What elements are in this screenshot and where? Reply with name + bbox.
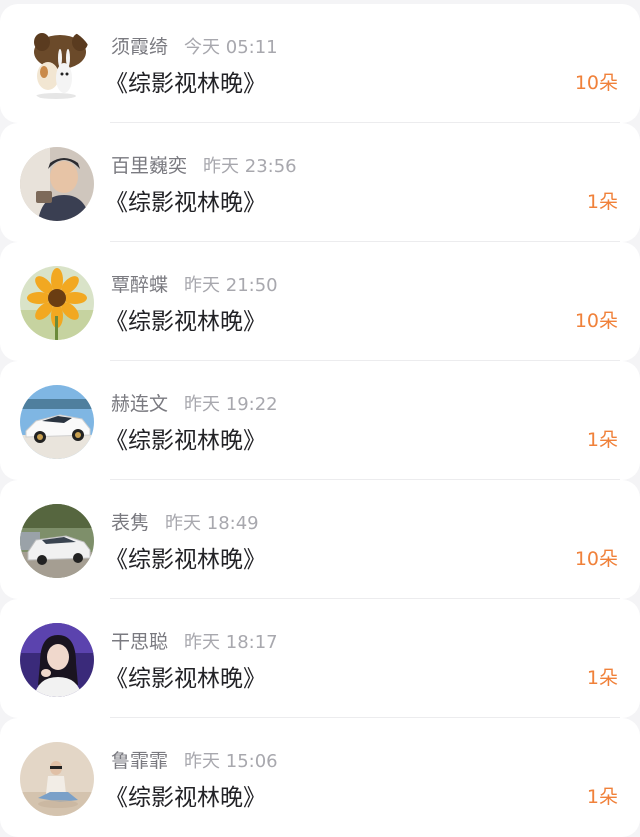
timestamp: 昨天 15:06	[184, 751, 278, 772]
sitting-figure-avatar[interactable]	[20, 742, 94, 816]
list-item[interactable]: 覃醉蝶 昨天 21:50 《综影视林晚》 10朵	[0, 242, 640, 361]
sender-name: 百里巍奕 昨天 23:56	[111, 151, 297, 178]
timestamp: 今天 05:11	[184, 37, 278, 58]
name-text: 覃醉蝶	[111, 274, 169, 296]
flower-count: 1朵	[586, 191, 618, 213]
sender-name: 表隽 昨天 18:49	[111, 508, 259, 535]
timestamp: 昨天 18:17	[184, 632, 278, 653]
item-title: 《综影视林晚》	[105, 309, 266, 335]
sender-name: 覃醉蝶 昨天 21:50	[111, 270, 278, 297]
sunflower-avatar[interactable]	[20, 266, 94, 340]
flower-count: 1朵	[586, 667, 618, 689]
item-title: 《综影视林晚》	[105, 666, 266, 692]
man-portrait-avatar[interactable]	[20, 147, 94, 221]
list-item[interactable]: 赫连文 昨天 19:22 《综影视林晚》 1朵	[0, 361, 640, 480]
timestamp: 昨天 23:56	[203, 156, 297, 177]
name-text: 须霞绮	[111, 36, 169, 58]
item-title: 《综影视林晚》	[105, 547, 266, 573]
name-text: 百里巍奕	[111, 155, 188, 177]
flower-count: 1朵	[586, 786, 618, 808]
item-title: 《综影视林晚》	[105, 785, 266, 811]
timestamp: 昨天 21:50	[184, 275, 278, 296]
timestamp: 昨天 19:22	[184, 394, 278, 415]
list-item[interactable]: 鲁霏霏 昨天 15:06 《综影视林晚》 1朵	[0, 718, 640, 837]
item-title: 《综影视林晚》	[105, 190, 266, 216]
name-text: 鲁霏霏	[111, 750, 169, 772]
name-text: 干思聪	[111, 631, 169, 653]
sender-name: 鲁霏霏 昨天 15:06	[111, 746, 278, 773]
white-sports-car-avatar[interactable]	[20, 385, 94, 459]
list-item[interactable]: 干思聪 昨天 18:17 《综影视林晚》 1朵	[0, 599, 640, 718]
list-item[interactable]: 百里巍奕 昨天 23:56 《综影视林晚》 1朵	[0, 123, 640, 242]
flower-count: 1朵	[586, 429, 618, 451]
item-title: 《综影视林晚》	[105, 71, 266, 97]
list-item[interactable]: 表隽 昨天 18:49 《综影视林晚》 10朵	[0, 480, 640, 599]
flower-count: 10朵	[574, 548, 618, 570]
parked-car-avatar[interactable]	[20, 504, 94, 578]
name-text: 赫连文	[111, 393, 169, 415]
name-text: 表隽	[111, 512, 150, 534]
sender-name: 赫连文 昨天 19:22	[111, 389, 278, 416]
dog-bunny-cartoon-avatar[interactable]	[20, 28, 94, 102]
list-item[interactable]: 须霞绮 今天 05:11 《综影视林晚》 10朵	[0, 4, 640, 123]
sender-name: 干思聪 昨天 18:17	[111, 627, 278, 654]
flower-count: 10朵	[574, 72, 618, 94]
timestamp: 昨天 18:49	[165, 513, 259, 534]
item-title: 《综影视林晚》	[105, 428, 266, 454]
flower-count: 10朵	[574, 310, 618, 332]
woman-purple-avatar[interactable]	[20, 623, 94, 697]
sender-name: 须霞绮 今天 05:11	[111, 32, 278, 59]
